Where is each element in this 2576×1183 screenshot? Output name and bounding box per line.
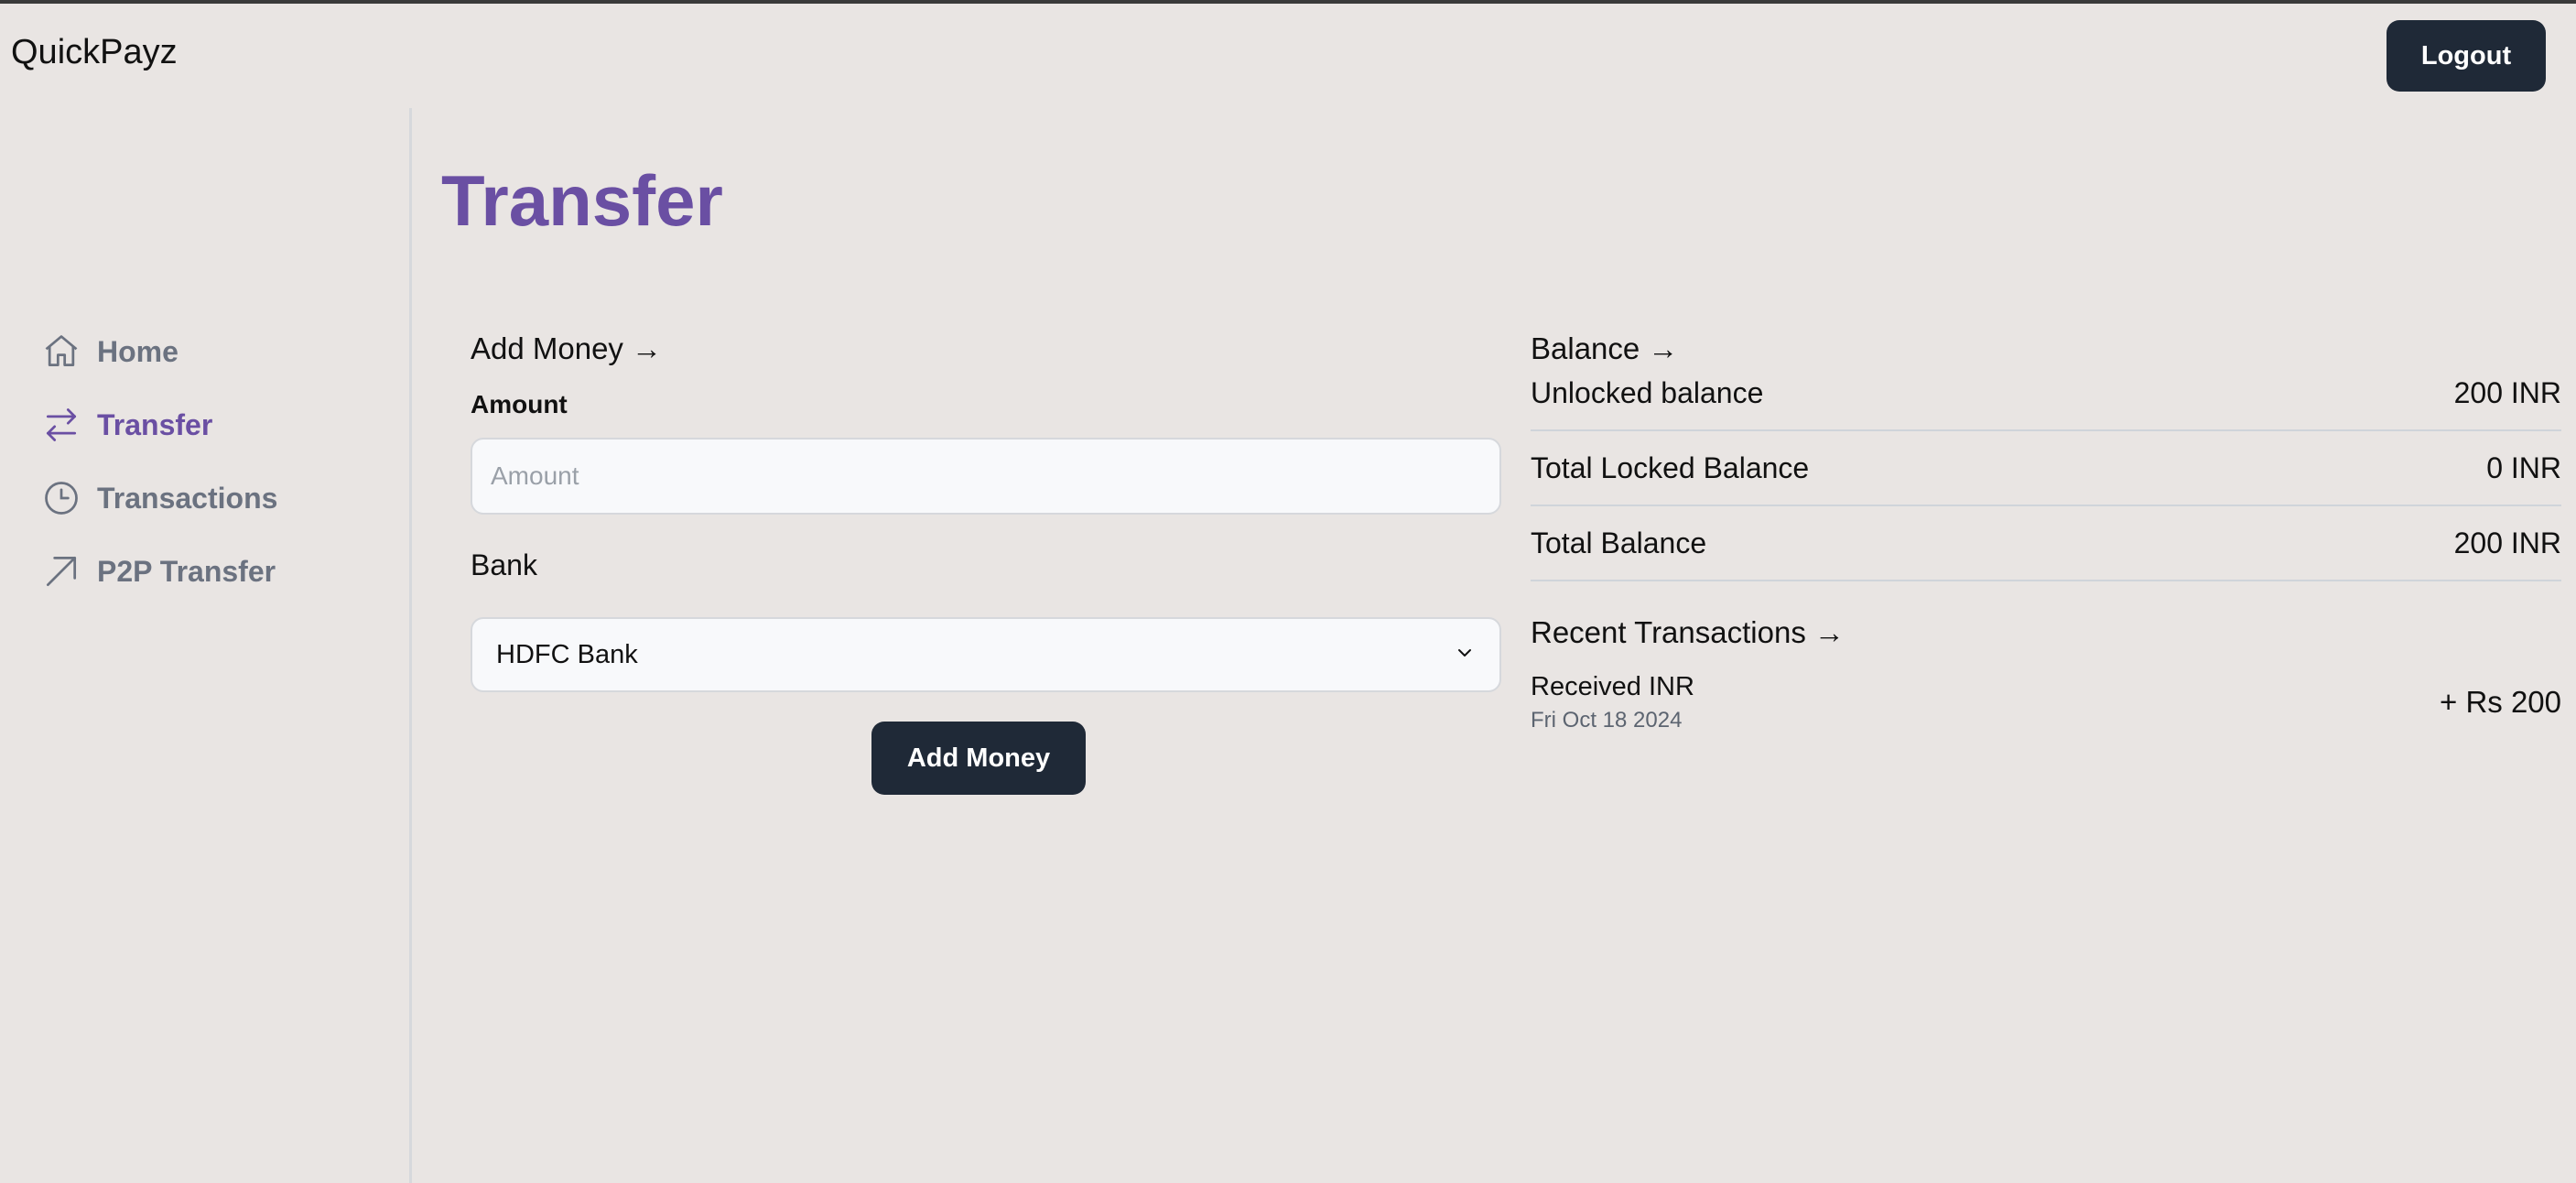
balance-row-locked: Total Locked Balance 0 INR [1531,431,2561,506]
clock-icon [40,477,82,519]
balance-row-label: Total Balance [1531,526,1707,559]
app-header: QuickPayz Logout [0,4,2576,106]
sidebar-item-label: Home [97,334,179,368]
transaction-label: Received INR [1531,672,1694,701]
bank-select-value: HDFC Bank [496,639,638,669]
sidebar-item-label: Transfer [97,407,213,441]
sidebar-item-transfer[interactable]: Transfer [40,397,212,452]
bank-label: Bank [471,548,537,581]
transaction-amount: + Rs 200 [2440,685,2561,719]
sidebar-item-label: P2P Transfer [97,554,276,588]
transfer-arrows-icon [40,404,82,446]
sidebar-item-transactions[interactable]: Transactions [40,471,277,526]
recent-transactions-title: Recent Transactions → [1531,615,1845,649]
add-money-button[interactable]: Add Money [871,722,1086,795]
sidebar-item-label: Transactions [97,481,278,515]
arrow-up-right-icon [40,550,82,592]
transaction-date: Fri Oct 18 2024 [1531,708,1683,733]
balance-row-value: 0 INR [2486,450,2561,484]
balance-row-value: 200 INR [2453,375,2561,409]
balance-row-value: 200 INR [2453,526,2561,559]
sidebar-item-p2p-transfer[interactable]: P2P Transfer [40,544,276,599]
balance-row-label: Total Locked Balance [1531,450,1810,484]
amount-input[interactable] [471,438,1501,515]
sidebar: Home Transfer Transactions P2P Transfer [0,108,412,1183]
chevron-down-icon [1454,642,1476,668]
brand-logo-text: QuickPayz [11,33,178,71]
balance-row-total: Total Balance 200 INR [1531,506,2561,581]
home-icon [40,331,82,373]
amount-label: Amount [471,390,568,418]
page-title: Transfer [441,160,723,241]
balance-row-unlocked: Unlocked balance 200 INR [1531,356,2561,431]
balance-row-label: Unlocked balance [1531,375,1764,409]
sidebar-item-home[interactable]: Home [40,324,179,379]
add-money-card-title: Add Money → [471,331,663,365]
logout-button[interactable]: Logout [2387,20,2546,92]
bank-select[interactable]: HDFC Bank [471,617,1501,692]
